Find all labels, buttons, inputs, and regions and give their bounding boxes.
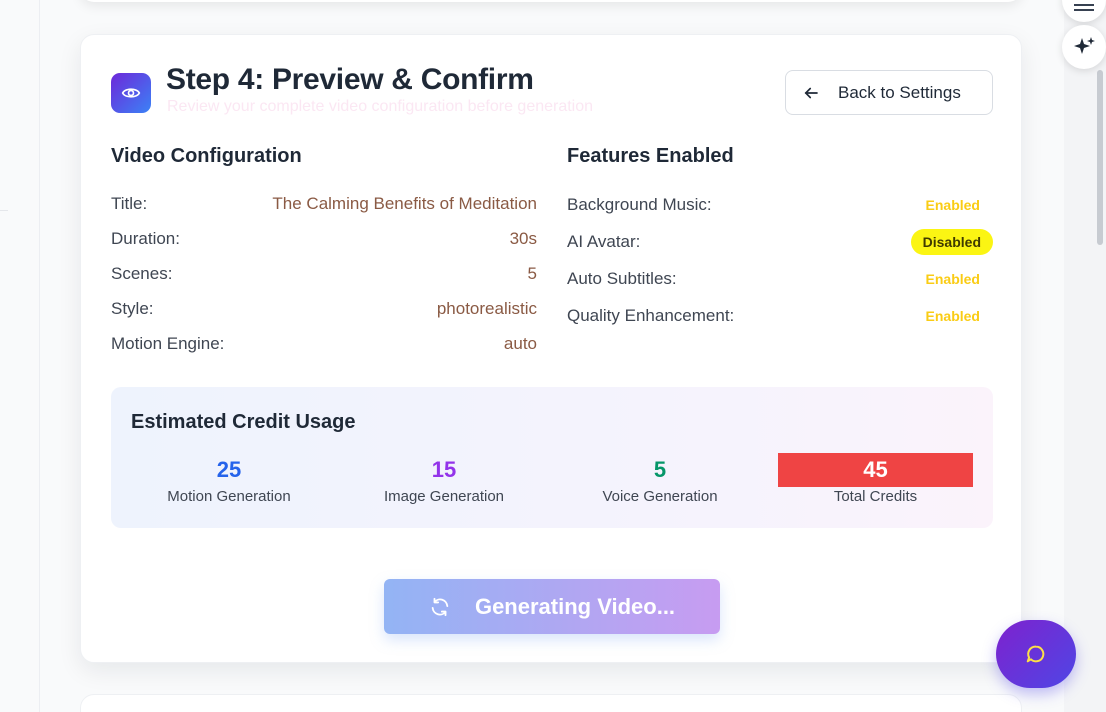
feature-row-background-music: Background Music: Enabled (567, 191, 993, 219)
credit-label: Motion Generation (167, 488, 291, 505)
config-label: Duration: (111, 229, 180, 248)
feature-label: AI Avatar: (567, 232, 641, 251)
back-to-settings-button[interactable]: Back to Settings (785, 70, 993, 115)
credit-stat-total: 45 Total Credits (778, 453, 973, 505)
video-configuration-heading: Video Configuration (111, 145, 302, 167)
preview-confirm-card: Step 4: Preview & Confirm Review your co… (80, 34, 1022, 663)
status-badge: Enabled (925, 271, 980, 287)
feature-row-ai-avatar: AI Avatar: Disabled (567, 228, 993, 256)
divider (0, 210, 8, 211)
generate-button-label: Generating Video... (474, 593, 676, 619)
page-subtitle: Review your complete video configuration… (167, 98, 594, 115)
features-enabled-heading: Features Enabled (567, 145, 734, 167)
credit-stat-image: 15 Image Generation (346, 453, 542, 505)
config-row-title: Title: The Calming Benefits of Meditatio… (111, 192, 537, 216)
credit-total-value: 45 (778, 453, 973, 487)
scrollbar-thumb[interactable] (1097, 70, 1103, 245)
feature-row-auto-subtitles: Auto Subtitles: Enabled (567, 265, 993, 293)
config-row-style: Style: photorealistic (111, 297, 537, 321)
back-button-label: Back to Settings (838, 82, 961, 102)
next-card (80, 694, 1022, 712)
generate-video-button[interactable]: Generating Video... (384, 579, 720, 634)
feature-row-quality-enhancement: Quality Enhancement: Enabled (567, 302, 993, 330)
credit-label: Voice Generation (602, 488, 718, 505)
credit-label: Image Generation (383, 488, 505, 505)
feature-label: Quality Enhancement: (567, 306, 735, 325)
config-value: 30s (509, 229, 537, 248)
credit-stat-voice: 5 Voice Generation (562, 453, 758, 505)
arrow-left-icon (802, 84, 820, 102)
refresh-icon (429, 596, 451, 618)
credit-value: 25 (216, 457, 242, 482)
config-row-motion-engine: Motion Engine: auto (111, 332, 537, 356)
config-value: auto (503, 334, 537, 353)
eye-icon (121, 83, 141, 103)
status-badge: Enabled (925, 197, 980, 213)
chat-button[interactable] (996, 620, 1076, 688)
config-row-duration: Duration: 30s (111, 227, 537, 251)
config-label: Style: (111, 299, 154, 318)
credit-label: Total Credits (833, 488, 918, 505)
config-value: The Calming Benefits of Meditation (272, 194, 537, 213)
credit-value: 15 (431, 457, 457, 482)
feature-label: Background Music: (567, 195, 712, 214)
menu-icon (1074, 4, 1094, 16)
previous-card (80, 0, 1022, 2)
config-value: 5 (527, 264, 537, 283)
config-label: Title: (111, 194, 148, 213)
credit-usage-panel: Estimated Credit Usage 25 Motion Generat… (111, 387, 993, 528)
page-title: Step 4: Preview & Confirm (166, 63, 534, 96)
sparkles-icon (1072, 35, 1096, 59)
config-value: photorealistic (436, 299, 537, 318)
status-badge: Disabled (910, 229, 993, 255)
chat-bubble-icon (1025, 643, 1047, 665)
status-badge: Enabled (925, 308, 980, 324)
ai-sparkle-button[interactable] (1062, 25, 1106, 69)
step-icon-badge (111, 73, 151, 113)
credit-stat-motion: 25 Motion Generation (131, 453, 327, 505)
credit-value: 5 (653, 457, 667, 482)
left-sidebar-strip (0, 0, 40, 712)
config-row-scenes: Scenes: 5 (111, 262, 537, 286)
config-label: Scenes: (111, 264, 173, 283)
credit-usage-heading: Estimated Credit Usage (131, 411, 356, 433)
config-label: Motion Engine: (111, 334, 225, 353)
feature-label: Auto Subtitles: (567, 269, 677, 288)
